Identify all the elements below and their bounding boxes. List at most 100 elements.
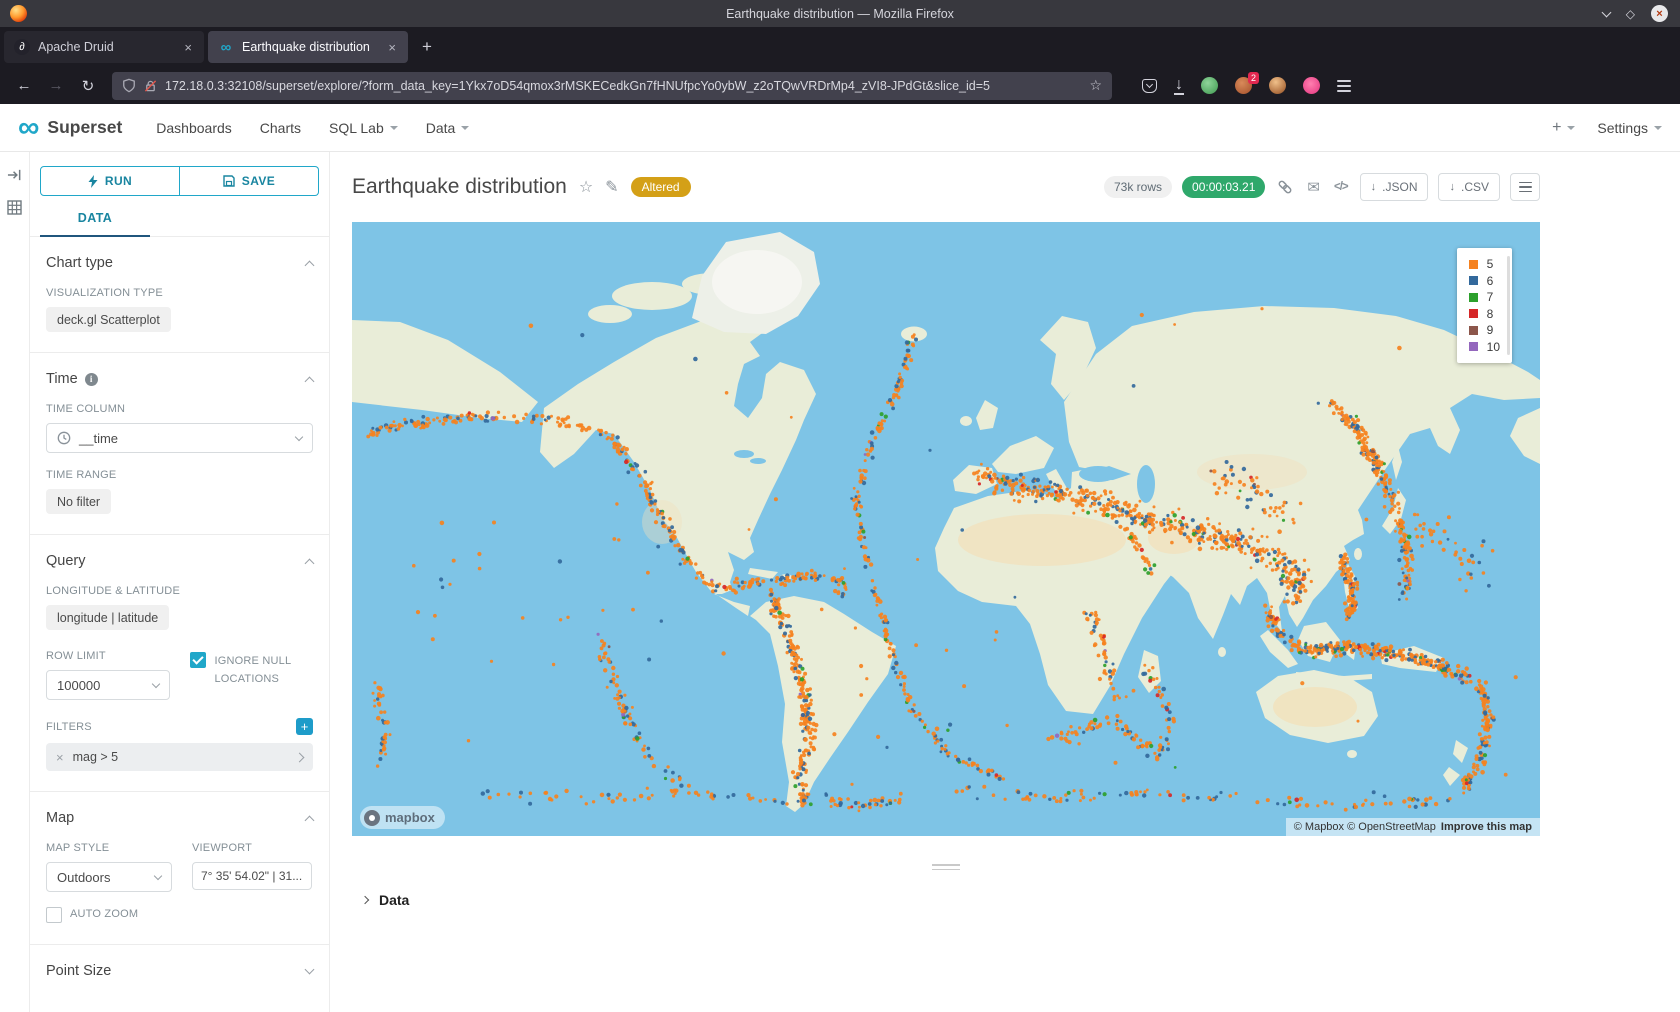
remove-filter-icon[interactable]: ×: [56, 750, 64, 765]
legend-item[interactable]: 6: [1469, 273, 1500, 290]
druid-favicon-icon: ∂: [14, 39, 30, 55]
tab-data[interactable]: DATA: [40, 211, 150, 237]
filter-pill[interactable]: × mag > 5: [46, 743, 313, 771]
download-icon: ↓: [1371, 181, 1377, 193]
extension-icon-badged[interactable]: 2: [1235, 77, 1252, 94]
favorite-star-icon[interactable]: ☆: [579, 177, 593, 197]
downloads-icon[interactable]: ↓: [1174, 76, 1184, 95]
data-panel-toggle[interactable]: Data: [352, 884, 1540, 916]
legend-item[interactable]: 5: [1469, 256, 1500, 273]
forward-icon[interactable]: →: [42, 72, 70, 100]
panel-resize-handle[interactable]: [352, 864, 1540, 870]
save-button[interactable]: SAVE: [180, 166, 319, 196]
tab-close-icon[interactable]: ×: [386, 40, 398, 55]
chevron-down-icon: [154, 871, 162, 879]
control-label: ROW LIMIT: [46, 650, 170, 662]
tab-close-icon[interactable]: ×: [182, 40, 194, 55]
altered-badge[interactable]: Altered: [631, 177, 691, 197]
back-icon[interactable]: ←: [10, 72, 38, 100]
url-bar[interactable]: 172.18.0.3:32108/superset/explore/?form_…: [112, 72, 1112, 100]
nav-item-data[interactable]: Data: [426, 120, 470, 136]
map-legend[interactable]: 5678910: [1457, 248, 1512, 363]
browser-tab-earthquake-distribution[interactable]: ∞ Earthquake distribution ×: [208, 31, 408, 63]
bookmark-star-icon[interactable]: ☆: [1089, 77, 1102, 94]
bolt-icon: [88, 175, 98, 188]
chevron-down-icon: [1567, 126, 1575, 130]
chart-menu-button[interactable]: [1510, 173, 1540, 201]
window-maximize-icon[interactable]: ◇: [1626, 8, 1635, 20]
section-header[interactable]: Point Size: [46, 963, 313, 979]
row-limit-select[interactable]: 100000: [46, 670, 170, 700]
auto-zoom-checkbox[interactable]: [46, 907, 62, 923]
legend-color-swatch: [1469, 326, 1478, 335]
world-map[interactable]: [352, 222, 1540, 836]
share-link-icon[interactable]: [1275, 179, 1295, 195]
time-range-pill[interactable]: No filter: [46, 489, 111, 514]
new-tab-button[interactable]: +: [412, 35, 442, 59]
map-style-select[interactable]: Outdoors: [46, 862, 172, 892]
time-column-select[interactable]: __time: [46, 423, 313, 453]
dataset-grid-icon[interactable]: [7, 200, 22, 215]
export-csv-button[interactable]: ↓ .CSV: [1438, 173, 1500, 201]
section-header[interactable]: Timei: [46, 371, 313, 387]
mapbox-logo-icon: [364, 810, 380, 826]
legend-scrollbar[interactable]: [1507, 256, 1510, 355]
chevron-right-icon: [361, 896, 369, 904]
section-header[interactable]: Query: [46, 553, 313, 569]
query-duration-badge: 00:00:03.21: [1182, 176, 1265, 198]
lonlat-pill[interactable]: longitude | latitude: [46, 605, 169, 630]
chart-title: Earthquake distribution: [352, 175, 567, 199]
section-header[interactable]: Chart type: [46, 255, 313, 271]
superset-logo[interactable]: ∞ Superset: [18, 117, 122, 138]
browser-tabbar: ∂ Apache Druid × ∞ Earthquake distributi…: [0, 27, 1680, 67]
pocket-icon[interactable]: [1142, 79, 1157, 93]
extension-icon-pink[interactable]: [1303, 77, 1320, 94]
reload-icon[interactable]: ↻: [74, 72, 102, 100]
window-close-icon[interactable]: ×: [1651, 5, 1668, 22]
browser-menu-icon[interactable]: [1337, 85, 1351, 87]
clock-icon: [57, 431, 71, 445]
embed-code-icon[interactable]: </>: [1332, 181, 1350, 193]
viz-type-pill[interactable]: deck.gl Scatterplot: [46, 307, 171, 332]
export-json-button[interactable]: ↓ .JSON: [1360, 173, 1429, 201]
section-map: Map MAP STYLE Outdoors VIEWPORT 7° 35' 5…: [30, 792, 329, 945]
legend-item[interactable]: 8: [1469, 306, 1500, 323]
tracking-shield-icon[interactable]: [122, 78, 136, 93]
improve-map-link[interactable]: Improve this map: [1441, 821, 1532, 833]
url-text[interactable]: 172.18.0.3:32108/superset/explore/?form_…: [165, 79, 1081, 93]
nav-item-charts[interactable]: Charts: [260, 120, 301, 136]
window-minimize-icon[interactable]: [1601, 7, 1611, 17]
menu-icon: [1519, 186, 1532, 188]
window-title: Earthquake distribution — Mozilla Firefo…: [0, 7, 1680, 21]
nav-item-dashboards[interactable]: Dashboards: [156, 120, 232, 136]
extension-icon-green[interactable]: [1201, 77, 1218, 94]
email-icon[interactable]: ✉: [1305, 178, 1322, 196]
expand-panel-icon[interactable]: [7, 168, 22, 182]
panel-tabs: DATA: [30, 210, 329, 237]
browser-tab-apache-druid[interactable]: ∂ Apache Druid ×: [4, 31, 204, 63]
download-icon: ↓: [1449, 181, 1455, 193]
control-label: FILTERS: [46, 721, 92, 733]
deckgl-scatter-map[interactable]: 5678910 mapbox © Mapbox © OpenStreetMap …: [352, 222, 1540, 836]
attribution-text: © Mapbox © OpenStreetMap: [1294, 821, 1436, 833]
edit-title-icon[interactable]: ✎: [605, 177, 618, 197]
section-header[interactable]: Map: [46, 810, 313, 826]
mapbox-logo[interactable]: mapbox: [360, 806, 445, 829]
section-chart-type: Chart type VISUALIZATION TYPE deck.gl Sc…: [30, 237, 329, 353]
ignore-null-checkbox[interactable]: [190, 652, 206, 668]
settings-menu[interactable]: Settings: [1597, 120, 1662, 136]
superset-logo-icon: ∞: [18, 118, 39, 138]
legend-item[interactable]: 10: [1469, 339, 1500, 356]
explore-chart-area: Earthquake distribution ☆ ✎ Altered 73k …: [330, 152, 1680, 1012]
insecure-lock-icon[interactable]: [144, 79, 157, 93]
tab-title: Earthquake distribution: [242, 40, 378, 54]
add-filter-button[interactable]: +: [296, 718, 313, 735]
legend-item[interactable]: 7: [1469, 289, 1500, 306]
run-button[interactable]: RUN: [40, 166, 180, 196]
profile-avatar[interactable]: [1269, 77, 1286, 94]
legend-item[interactable]: 9: [1469, 322, 1500, 339]
add-new-button[interactable]: +: [1552, 119, 1575, 137]
save-icon: [223, 175, 235, 187]
viewport-input[interactable]: 7° 35' 54.02" | 31...: [192, 862, 312, 890]
nav-item-sql-lab[interactable]: SQL Lab: [329, 120, 398, 136]
